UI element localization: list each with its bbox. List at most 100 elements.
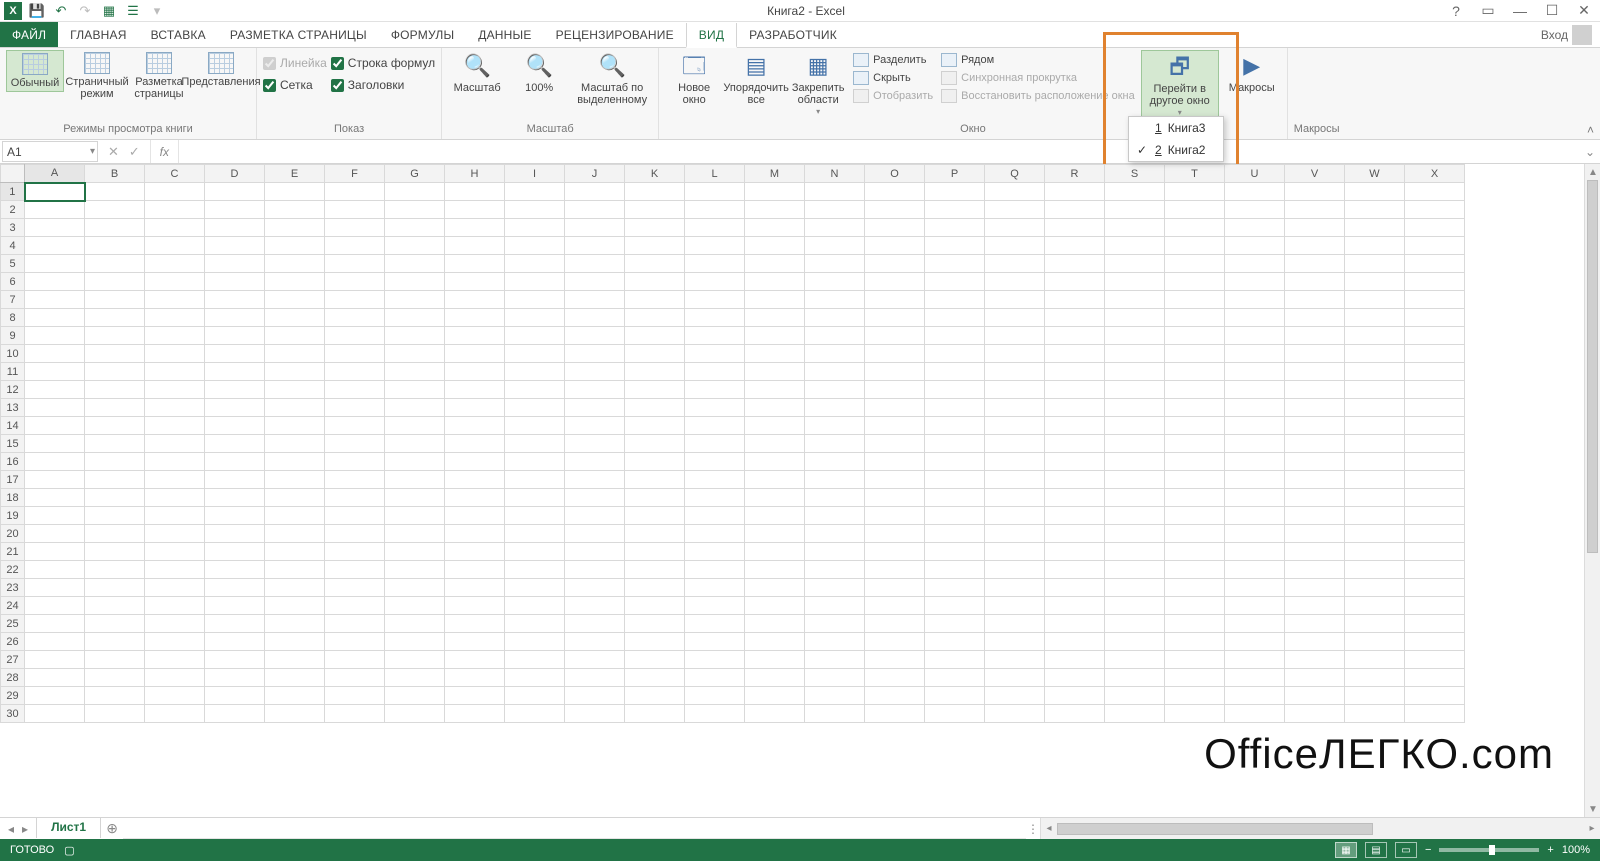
- cell-O14[interactable]: [865, 417, 925, 435]
- cell-J28[interactable]: [565, 669, 625, 687]
- cell-L5[interactable]: [685, 255, 745, 273]
- cell-R9[interactable]: [1045, 327, 1105, 345]
- cell-C12[interactable]: [145, 381, 205, 399]
- cell-U14[interactable]: [1225, 417, 1285, 435]
- cell-Q1[interactable]: [985, 183, 1045, 201]
- cell-D28[interactable]: [205, 669, 265, 687]
- cell-M9[interactable]: [745, 327, 805, 345]
- cell-G15[interactable]: [385, 435, 445, 453]
- cell-L18[interactable]: [685, 489, 745, 507]
- row-header-12[interactable]: 12: [1, 381, 25, 399]
- cell-K26[interactable]: [625, 633, 685, 651]
- cell-N15[interactable]: [805, 435, 865, 453]
- cell-N19[interactable]: [805, 507, 865, 525]
- cell-P3[interactable]: [925, 219, 985, 237]
- cell-D12[interactable]: [205, 381, 265, 399]
- col-header-X[interactable]: X: [1405, 165, 1465, 183]
- cell-F17[interactable]: [325, 471, 385, 489]
- cell-A9[interactable]: [25, 327, 85, 345]
- cell-V17[interactable]: [1285, 471, 1345, 489]
- cell-E18[interactable]: [265, 489, 325, 507]
- cell-M27[interactable]: [745, 651, 805, 669]
- cell-S14[interactable]: [1105, 417, 1165, 435]
- cell-T22[interactable]: [1165, 561, 1225, 579]
- cell-W3[interactable]: [1345, 219, 1405, 237]
- cell-S2[interactable]: [1105, 201, 1165, 219]
- cell-D20[interactable]: [205, 525, 265, 543]
- cell-R29[interactable]: [1045, 687, 1105, 705]
- cell-R15[interactable]: [1045, 435, 1105, 453]
- cell-M7[interactable]: [745, 291, 805, 309]
- cell-X1[interactable]: [1405, 183, 1465, 201]
- cell-D29[interactable]: [205, 687, 265, 705]
- sheet-grid[interactable]: ABCDEFGHIJKLMNOPQRSTUVWX1234567891011121…: [0, 164, 1584, 817]
- cell-T7[interactable]: [1165, 291, 1225, 309]
- cell-F25[interactable]: [325, 615, 385, 633]
- cell-U4[interactable]: [1225, 237, 1285, 255]
- cell-T9[interactable]: [1165, 327, 1225, 345]
- cell-T17[interactable]: [1165, 471, 1225, 489]
- cell-P18[interactable]: [925, 489, 985, 507]
- cell-H13[interactable]: [445, 399, 505, 417]
- tab-nav-last-icon[interactable]: ▸: [22, 822, 28, 836]
- cell-K3[interactable]: [625, 219, 685, 237]
- cell-L22[interactable]: [685, 561, 745, 579]
- cell-N20[interactable]: [805, 525, 865, 543]
- cell-K25[interactable]: [625, 615, 685, 633]
- cell-H10[interactable]: [445, 345, 505, 363]
- cell-W11[interactable]: [1345, 363, 1405, 381]
- row-header-7[interactable]: 7: [1, 291, 25, 309]
- cell-S25[interactable]: [1105, 615, 1165, 633]
- cell-U19[interactable]: [1225, 507, 1285, 525]
- close-icon[interactable]: ✕: [1574, 2, 1594, 20]
- cell-V28[interactable]: [1285, 669, 1345, 687]
- cell-S11[interactable]: [1105, 363, 1165, 381]
- fx-icon[interactable]: fx: [151, 140, 179, 163]
- cell-L30[interactable]: [685, 705, 745, 723]
- cell-T3[interactable]: [1165, 219, 1225, 237]
- check-gridlines[interactable]: Сетка: [263, 78, 327, 92]
- cell-D25[interactable]: [205, 615, 265, 633]
- cell-F9[interactable]: [325, 327, 385, 345]
- macros-button[interactable]: ▶Макросы: [1223, 50, 1281, 96]
- cell-A17[interactable]: [25, 471, 85, 489]
- split-button[interactable]: Разделить: [851, 52, 935, 68]
- cell-C6[interactable]: [145, 273, 205, 291]
- cell-W6[interactable]: [1345, 273, 1405, 291]
- cell-H30[interactable]: [445, 705, 505, 723]
- cell-J21[interactable]: [565, 543, 625, 561]
- cell-J5[interactable]: [565, 255, 625, 273]
- cell-Q30[interactable]: [985, 705, 1045, 723]
- cell-H3[interactable]: [445, 219, 505, 237]
- row-header-6[interactable]: 6: [1, 273, 25, 291]
- cell-A28[interactable]: [25, 669, 85, 687]
- cell-V16[interactable]: [1285, 453, 1345, 471]
- cell-G18[interactable]: [385, 489, 445, 507]
- tab-split-handle[interactable]: ⋮: [1026, 818, 1040, 839]
- hide-button[interactable]: Скрыть: [851, 70, 935, 86]
- cell-U22[interactable]: [1225, 561, 1285, 579]
- cell-J6[interactable]: [565, 273, 625, 291]
- cell-F26[interactable]: [325, 633, 385, 651]
- cell-H28[interactable]: [445, 669, 505, 687]
- cell-G27[interactable]: [385, 651, 445, 669]
- cell-J23[interactable]: [565, 579, 625, 597]
- row-header-30[interactable]: 30: [1, 705, 25, 723]
- zoom-level[interactable]: 100%: [1562, 844, 1590, 856]
- cell-J9[interactable]: [565, 327, 625, 345]
- cell-R20[interactable]: [1045, 525, 1105, 543]
- cell-A5[interactable]: [25, 255, 85, 273]
- cell-U16[interactable]: [1225, 453, 1285, 471]
- collapse-ribbon-icon[interactable]: ˄: [1587, 123, 1594, 137]
- cell-D9[interactable]: [205, 327, 265, 345]
- cell-H6[interactable]: [445, 273, 505, 291]
- row-header-25[interactable]: 25: [1, 615, 25, 633]
- cell-H14[interactable]: [445, 417, 505, 435]
- cell-P9[interactable]: [925, 327, 985, 345]
- col-header-B[interactable]: B: [85, 165, 145, 183]
- cell-K4[interactable]: [625, 237, 685, 255]
- cell-C27[interactable]: [145, 651, 205, 669]
- cell-U6[interactable]: [1225, 273, 1285, 291]
- cell-J30[interactable]: [565, 705, 625, 723]
- vertical-scrollbar[interactable]: ▲ ▼: [1584, 164, 1600, 817]
